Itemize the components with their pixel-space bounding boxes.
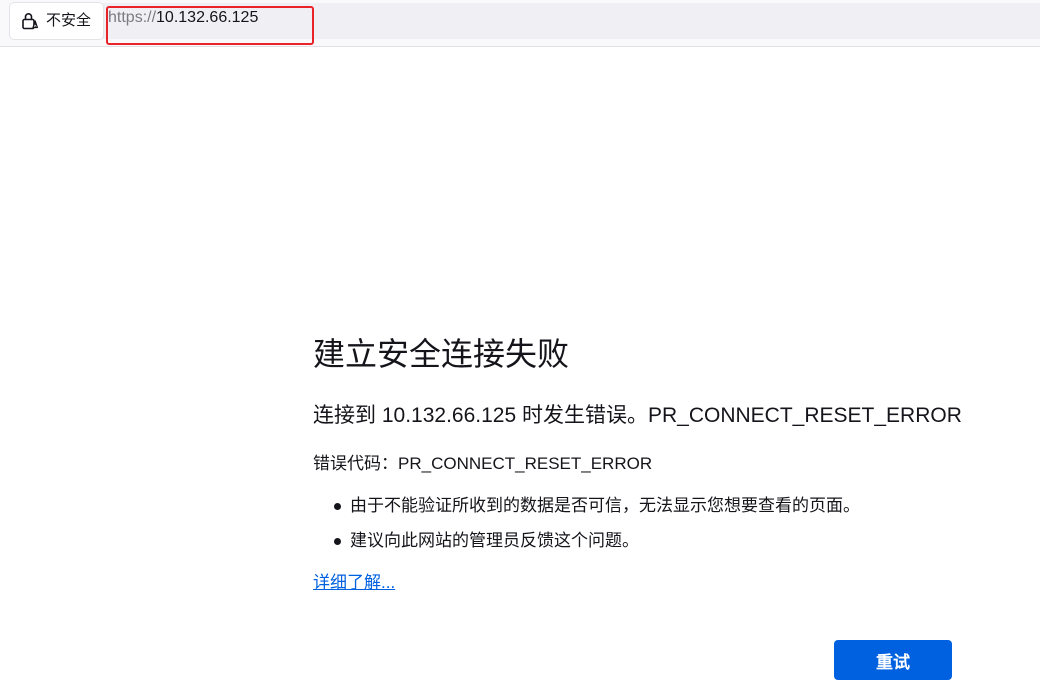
error-code-value: PR_CONNECT_RESET_ERROR [398,454,653,473]
url-host: 10.132.66.125 [156,9,259,26]
not-secure-label: 不安全 [46,12,92,29]
list-item: 由于不能验证所收到的数据是否可信，无法显示您想要查看的页面。 [313,494,860,529]
browser-toolbar: 不安全 https://10.132.66.125 [0,0,1040,47]
learn-more-link[interactable]: 详细了解... [313,571,395,595]
bullet-icon [334,538,341,545]
list-item-text: 建议向此网站的管理员反馈这个问题。 [350,531,639,550]
retry-button[interactable]: 重试 [834,640,952,680]
list-item: 建议向此网站的管理员反馈这个问题。 [313,529,860,564]
site-identity-button[interactable]: 不安全 [10,3,103,39]
list-item-text: 由于不能验证所收到的数据是否可信，无法显示您想要查看的页面。 [350,496,860,515]
bullet-icon [334,503,341,510]
error-code-label: 错误代码： [313,454,398,473]
insecure-lock-icon [20,11,40,31]
error-title: 建立安全连接失败 [313,336,570,372]
error-explanation-list: 由于不能验证所收到的数据是否可信，无法显示您想要查看的页面。 建议向此网站的管理… [313,494,860,564]
error-description: 连接到 10.132.66.125 时发生错误。PR_CONNECT_RESET… [313,404,962,427]
url-scheme: https:// [108,9,157,26]
url-text[interactable]: https://10.132.66.125 [108,9,258,27]
error-code-line: 错误代码：PR_CONNECT_RESET_ERROR [313,452,652,476]
